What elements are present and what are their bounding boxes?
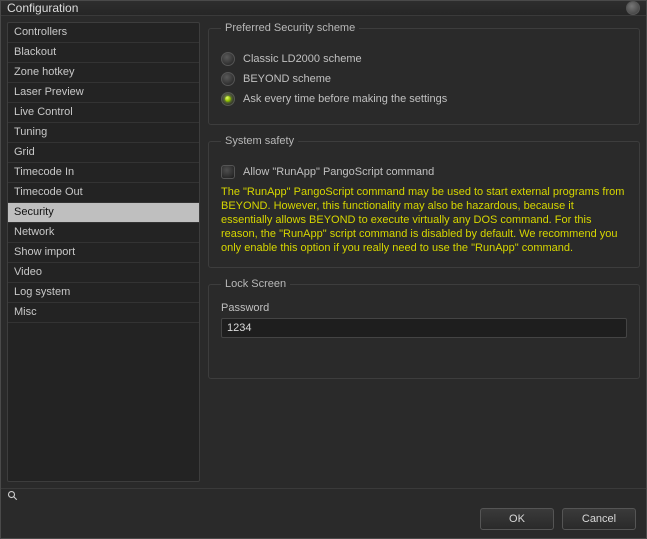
search-icon [7, 490, 19, 502]
sidebar-item-label: Log system [14, 286, 70, 298]
sidebar-item-label: Security [14, 206, 54, 218]
main-panel: Preferred Security scheme Classic LD2000… [208, 22, 640, 482]
sidebar-item-label: Timecode Out [14, 186, 83, 198]
radio-icon[interactable] [221, 92, 235, 106]
sidebar-item-laser-preview[interactable]: Laser Preview [8, 83, 199, 103]
radio-row-classic[interactable]: Classic LD2000 scheme [221, 52, 627, 66]
sidebar-item-label: Misc [14, 306, 37, 318]
sidebar-item-zone-hotkey[interactable]: Zone hotkey [8, 63, 199, 83]
window-title: Configuration [7, 1, 78, 15]
radio-icon[interactable] [221, 72, 235, 86]
sidebar-item-security[interactable]: Security [8, 203, 199, 223]
statusbar [1, 488, 646, 502]
radio-label: Ask every time before making the setting… [243, 93, 447, 105]
ok-button[interactable]: OK [480, 508, 554, 530]
password-input[interactable] [221, 318, 627, 338]
content-area: Controllers Blackout Zone hotkey Laser P… [1, 16, 646, 488]
sidebar-item-label: Video [14, 266, 42, 278]
sidebar-item-network[interactable]: Network [8, 223, 199, 243]
sidebar-item-timecode-out[interactable]: Timecode Out [8, 183, 199, 203]
button-label: Cancel [582, 513, 616, 525]
button-label: OK [509, 513, 525, 525]
sidebar-item-label: Tuning [14, 126, 47, 138]
titlebar: Configuration [1, 1, 646, 16]
group-system-safety: System safety Allow "RunApp" PangoScript… [208, 135, 640, 268]
sidebar-item-timecode-in[interactable]: Timecode In [8, 163, 199, 183]
radio-label: BEYOND scheme [243, 73, 331, 85]
checkbox-label: Allow "RunApp" PangoScript command [243, 166, 434, 178]
sidebar-item-label: Laser Preview [14, 86, 84, 98]
sidebar-item-live-control[interactable]: Live Control [8, 103, 199, 123]
radio-row-ask[interactable]: Ask every time before making the setting… [221, 92, 627, 106]
sidebar-item-label: Timecode In [14, 166, 74, 178]
group-legend: System safety [221, 135, 298, 147]
group-lock-screen: Lock Screen Password [208, 278, 640, 379]
checkbox-icon[interactable] [221, 165, 235, 179]
sidebar-item-grid[interactable]: Grid [8, 143, 199, 163]
sidebar-item-label: Network [14, 226, 54, 238]
sidebar-item-show-import[interactable]: Show import [8, 243, 199, 263]
password-label: Password [221, 302, 627, 314]
group-preferred-security: Preferred Security scheme Classic LD2000… [208, 22, 640, 125]
sidebar-item-misc[interactable]: Misc [8, 303, 199, 323]
sidebar-item-label: Live Control [14, 106, 73, 118]
sidebar-item-label: Zone hotkey [14, 66, 75, 78]
config-window: Configuration Controllers Blackout Zone … [0, 0, 647, 539]
cancel-button[interactable]: Cancel [562, 508, 636, 530]
sidebar: Controllers Blackout Zone hotkey Laser P… [7, 22, 200, 482]
sidebar-item-video[interactable]: Video [8, 263, 199, 283]
group-legend: Preferred Security scheme [221, 22, 359, 34]
sidebar-item-controllers[interactable]: Controllers [8, 23, 199, 43]
sidebar-item-label: Show import [14, 246, 75, 258]
group-legend: Lock Screen [221, 278, 290, 290]
titlebar-button-icon[interactable] [626, 1, 640, 15]
sidebar-item-tuning[interactable]: Tuning [8, 123, 199, 143]
radio-label: Classic LD2000 scheme [243, 53, 362, 65]
sidebar-item-label: Controllers [14, 26, 67, 38]
sidebar-item-blackout[interactable]: Blackout [8, 43, 199, 63]
footer: OK Cancel [1, 502, 646, 538]
sidebar-item-log-system[interactable]: Log system [8, 283, 199, 303]
sidebar-item-label: Grid [14, 146, 35, 158]
checkbox-row-runapp[interactable]: Allow "RunApp" PangoScript command [221, 165, 627, 179]
sidebar-item-label: Blackout [14, 46, 56, 58]
radio-icon[interactable] [221, 52, 235, 66]
runapp-warning-text: The "RunApp" PangoScript command may be … [221, 185, 627, 255]
radio-row-beyond[interactable]: BEYOND scheme [221, 72, 627, 86]
